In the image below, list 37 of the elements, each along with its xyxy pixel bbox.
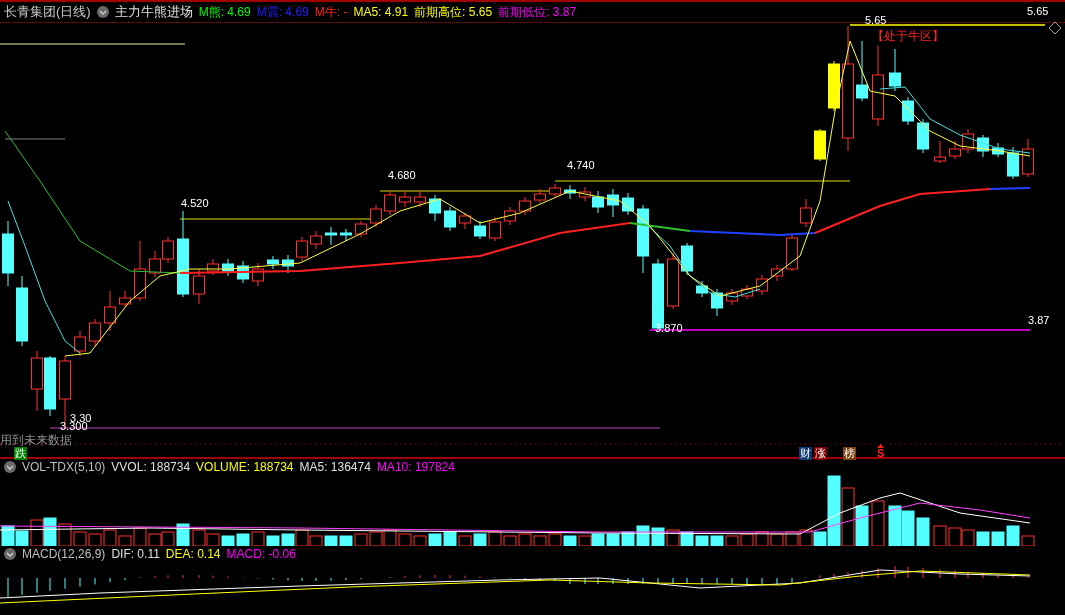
indicator-value: MA5: 136474 [299, 458, 371, 476]
dropdown-icon[interactable] [96, 6, 109, 18]
signal-badge: 跌 [14, 447, 27, 460]
caret-icon [877, 444, 885, 448]
indicator-value: VVOL: 188734 [111, 458, 191, 476]
indicator-value: MA10: 197824 [376, 458, 455, 476]
price-label: 5.65 [865, 14, 887, 26]
indicator-value: M熊: 4.69 [198, 4, 251, 21]
signal-badge: 财 [799, 447, 812, 460]
price-label: 3.87 [1028, 314, 1050, 326]
indicator-value: DEA: 0.14 [165, 546, 221, 563]
stock-title: 长青集团(日线) [4, 3, 91, 22]
indicator-name[interactable]: MACD(12,26,9) [22, 545, 106, 563]
indicator-value: DIF: 0.11 [111, 546, 160, 563]
dropdown-icon[interactable] [4, 460, 16, 473]
indicator-name[interactable]: 主力牛熊进场 [114, 2, 193, 22]
zone-label: 【处于牛区】 [872, 29, 944, 43]
price-label: 3.870 [655, 322, 683, 334]
diamond-icon[interactable] [1048, 21, 1062, 35]
price-label: 4.740 [567, 159, 595, 171]
indicator-value: VOLUME: 188734 [196, 458, 294, 476]
signal-badge: 涨 [814, 447, 827, 460]
price-label: 4.680 [388, 169, 416, 181]
signal-badge: 榜 [843, 447, 856, 460]
indicator-value: 前期低位: 3.87 [498, 4, 577, 21]
indicator-value: 前期高位: 5.65 [414, 4, 493, 21]
indicator-value: M牛: - [314, 4, 348, 21]
signal-text: S [877, 448, 885, 459]
indicator-name[interactable]: VOL-TDX(5,10) [22, 457, 106, 476]
dropdown-icon[interactable] [4, 548, 16, 560]
indicator-value: M震: 4.69 [256, 4, 309, 21]
reference-line [4, 138, 66, 140]
price-label: 5.65 [1027, 5, 1049, 17]
indicator-value: MA5: 4.91 [353, 4, 409, 21]
price-label: 4.520 [181, 197, 209, 209]
warning-text: 用到未来数据 [0, 433, 72, 447]
indicator-value: MACD: -0.06 [226, 546, 296, 563]
